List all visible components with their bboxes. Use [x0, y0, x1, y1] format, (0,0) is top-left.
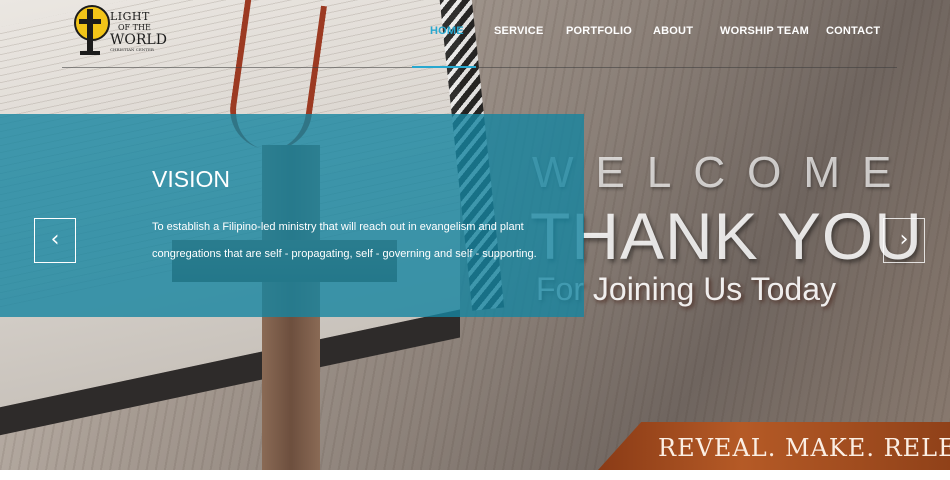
- logo-cross-base: [80, 51, 100, 55]
- nav-contact[interactable]: CONTACT: [826, 25, 880, 37]
- page-bottom-strip: [0, 470, 950, 480]
- nav-divider: [62, 67, 897, 68]
- slide-title: VISION: [152, 166, 230, 192]
- logo-text-line1: LIGHT: [110, 10, 150, 23]
- nav-about[interactable]: ABOUT: [653, 25, 693, 37]
- hero-banner-text: REVEAL. MAKE. RELEAS: [658, 434, 950, 462]
- slider-next-button[interactable]: ›: [883, 218, 925, 263]
- logo-cross-bar: [79, 19, 101, 24]
- chevron-left-icon: ‹: [50, 227, 60, 252]
- hero-thank-you-text: THANK YOU: [530, 199, 923, 273]
- site-logo[interactable]: LIGHT OF THE WORLD CHRISTIAN CENTER: [74, 5, 169, 57]
- logo-text-line3: WORLD: [110, 32, 167, 48]
- slide-description: To establish a Filipino-led ministry tha…: [152, 221, 537, 260]
- hero-slider: WELCOME THANK YOU For Joining Us Today R…: [0, 0, 950, 470]
- chevron-right-icon: ›: [899, 227, 909, 252]
- top-navbar: LIGHT OF THE WORLD CHRISTIAN CENTER HOME…: [0, 0, 950, 68]
- hero-welcome-text: WELCOME: [532, 148, 914, 197]
- logo-text: LIGHT OF THE WORLD CHRISTIAN CENTER: [110, 11, 170, 52]
- nav-service[interactable]: SERVICE: [494, 25, 544, 37]
- nav-portfolio[interactable]: PORTFOLIO: [566, 25, 632, 37]
- slide-caption-panel: VISION To establish a Filipino-led minis…: [0, 114, 584, 317]
- slider-pagination: [464, 462, 501, 470]
- slider-prev-button[interactable]: ‹: [34, 218, 76, 263]
- nav-active-indicator: [412, 66, 476, 68]
- logo-cross-icon: [87, 9, 93, 53]
- nav-home[interactable]: HOME: [430, 25, 464, 37]
- nav-worship-team[interactable]: WORSHIP TEAM: [720, 25, 809, 37]
